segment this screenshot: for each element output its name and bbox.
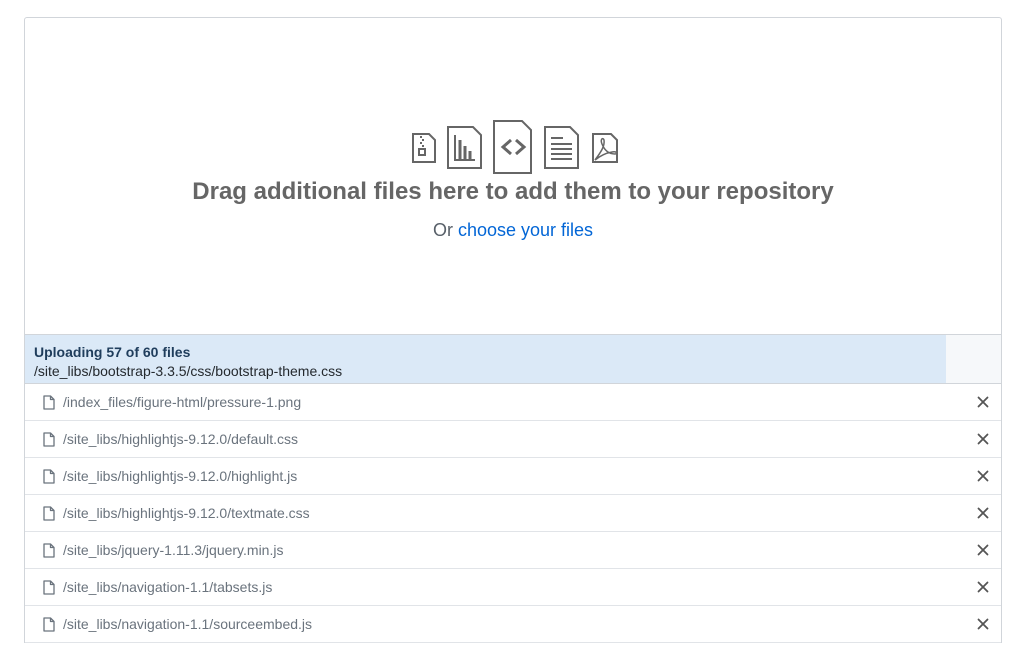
file-name: /site_libs/highlightjs-9.12.0/textmate.c… — [63, 505, 310, 521]
upload-file-list: /index_files/figure-html/pressure-1.png /… — [24, 384, 1002, 643]
file-icon — [43, 580, 55, 595]
upload-progress: Uploading 57 of 60 files /site_libs/boot… — [24, 334, 1002, 384]
file-code-icon — [493, 120, 532, 174]
file-icon — [43, 395, 55, 410]
file-icon — [43, 506, 55, 521]
upload-progress-text: Uploading 57 of 60 files /site_libs/boot… — [34, 344, 342, 382]
file-chart-icon — [447, 126, 482, 169]
dropzone-title: Drag additional files here to add them t… — [192, 178, 834, 205]
dropzone-subtitle: Or choose your files — [25, 220, 1001, 241]
file-dropzone[interactable]: Drag additional files here to add them t… — [24, 17, 1002, 334]
file-name: /site_libs/navigation-1.1/tabsets.js — [63, 579, 273, 595]
remove-file-button[interactable] — [975, 430, 991, 448]
file-zip-icon — [412, 133, 436, 163]
file-name: /site_libs/jquery-1.11.3/jquery.min.js — [63, 542, 284, 558]
file-name: /site_libs/navigation-1.1/sourceembed.js — [63, 616, 313, 632]
file-name: /site_libs/highlightjs-9.12.0/default.cs… — [63, 431, 299, 447]
upload-progress-title: Uploading 57 of 60 files — [34, 344, 191, 360]
remove-file-button[interactable] — [975, 578, 991, 596]
file-row: /index_files/figure-html/pressure-1.png — [25, 384, 1001, 421]
file-row: /site_libs/navigation-1.1/sourceembed.js — [25, 606, 1001, 643]
choose-files-link[interactable]: choose your files — [458, 220, 593, 240]
file-row: /site_libs/highlightjs-9.12.0/default.cs… — [25, 421, 1001, 458]
dropzone-or-text: Or — [432, 220, 458, 240]
file-row: /site_libs/jquery-1.11.3/jquery.min.js — [25, 532, 1001, 569]
file-name: /index_files/figure-html/pressure-1.png — [63, 394, 302, 410]
remove-file-button[interactable] — [975, 541, 991, 559]
upload-current-file: /site_libs/bootstrap-3.3.5/css/bootstrap… — [34, 363, 343, 379]
file-row: /site_libs/highlightjs-9.12.0/textmate.c… — [25, 495, 1001, 532]
remove-file-button[interactable] — [975, 615, 991, 633]
file-icon — [43, 617, 55, 632]
file-icon — [43, 432, 55, 447]
file-icon — [43, 469, 55, 484]
file-row: /site_libs/navigation-1.1/tabsets.js — [25, 569, 1001, 606]
remove-file-button[interactable] — [975, 467, 991, 485]
remove-file-button[interactable] — [975, 504, 991, 522]
file-pdf-icon — [592, 133, 618, 163]
file-row: /site_libs/highlightjs-9.12.0/highlight.… — [25, 458, 1001, 495]
remove-file-button[interactable] — [975, 393, 991, 411]
file-name: /site_libs/highlightjs-9.12.0/highlight.… — [63, 468, 298, 484]
file-text-icon — [544, 126, 579, 169]
file-type-icons — [412, 120, 618, 174]
file-icon — [43, 543, 55, 558]
